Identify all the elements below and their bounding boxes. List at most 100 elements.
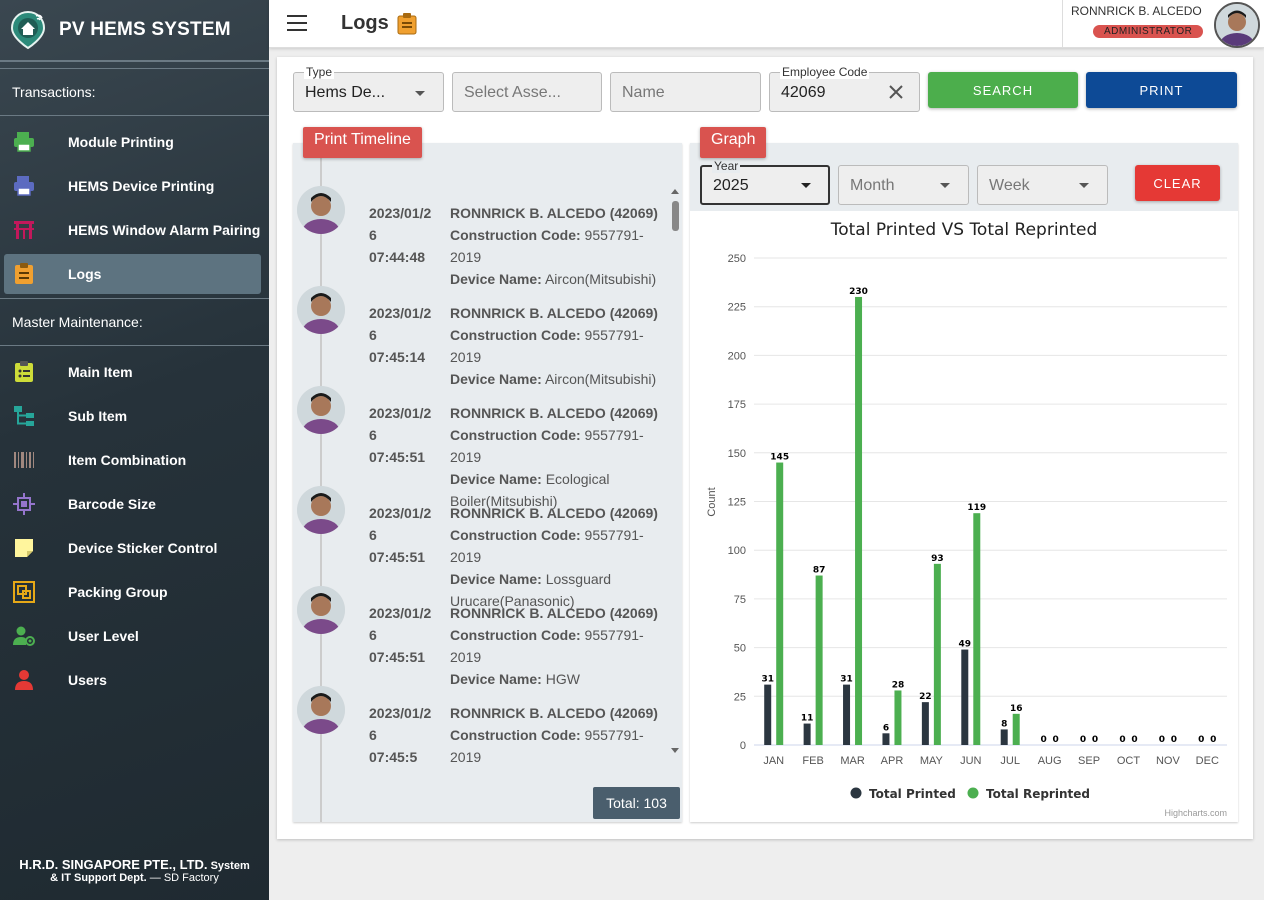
- scroll-up-icon[interactable]: [670, 187, 680, 195]
- bar-total-printed[interactable]: [764, 684, 772, 745]
- sidebar-item-barcode-size[interactable]: Barcode Size: [4, 484, 261, 524]
- year-label: Year: [712, 159, 741, 173]
- sidebar-item-label: Packing Group: [68, 584, 168, 600]
- print-button[interactable]: PRINT: [1086, 72, 1237, 108]
- user-profile[interactable]: RONNRICK B. ALCEDO ADMINISTRATOR: [1062, 0, 1264, 48]
- entry-construction-label: Construction Code:: [450, 627, 581, 643]
- maintenance-heading: Master Maintenance:: [0, 298, 269, 346]
- entry-date: 2023/01/26: [369, 605, 432, 643]
- transactions-nav: Module Printing HEMS Device Printing HEMS …: [0, 116, 269, 294]
- sidebar-item-label: Barcode Size: [68, 496, 156, 512]
- brand[interactable]: PV HEMS SYSTEM: [0, 0, 269, 62]
- entry-construction-label: Construction Code:: [450, 227, 581, 243]
- user-avatar[interactable]: [1214, 2, 1260, 48]
- data-label: 0: [1171, 735, 1177, 745]
- footer-company-suffix: System: [210, 859, 250, 872]
- name-input[interactable]: Name: [610, 72, 761, 112]
- month-select[interactable]: Month: [838, 165, 969, 205]
- printer-icon: [12, 130, 36, 154]
- entry-details: RONNRICK B. ALCEDO (42069) Construction C…: [450, 702, 670, 768]
- sidebar-item-hems-device-printing[interactable]: HEMS Device Printing: [4, 166, 261, 206]
- bar-total-reprinted[interactable]: [894, 690, 902, 745]
- bar-total-reprinted[interactable]: [776, 462, 784, 745]
- sidebar-item-label: Item Combination: [68, 452, 187, 468]
- x-tick-label: JUN: [960, 755, 981, 767]
- entry-time: 07:45:51: [369, 549, 426, 565]
- entry-device-label: Device Name:: [450, 371, 542, 387]
- resize-icon: [12, 492, 36, 516]
- bar-total-printed[interactable]: [1000, 729, 1008, 745]
- sidebar-item-device-sticker-control[interactable]: Device Sticker Control: [4, 528, 261, 568]
- menu-toggle-icon[interactable]: [287, 15, 307, 31]
- x-tick-label: NOV: [1156, 755, 1181, 767]
- avatar: [297, 486, 345, 534]
- y-tick-label: 225: [728, 302, 746, 314]
- bar-total-reprinted[interactable]: [973, 513, 981, 745]
- bar-total-printed[interactable]: [843, 684, 851, 745]
- scroll-down-icon[interactable]: [670, 747, 680, 755]
- entry-employee: RONNRICK B. ALCEDO (42069): [450, 605, 658, 621]
- data-label: 11: [801, 714, 814, 724]
- legend-item-total-reprinted[interactable]: Total Reprinted: [967, 787, 1090, 801]
- legend-marker: [967, 787, 979, 799]
- chart-credit[interactable]: Highcharts.com: [1164, 808, 1227, 818]
- close-icon[interactable]: [888, 84, 904, 100]
- sidebar-item-packing-group[interactable]: Packing Group: [4, 572, 261, 612]
- entry-time: 07:45:14: [369, 349, 426, 365]
- data-label: 0: [1040, 735, 1046, 745]
- employee-code-input[interactable]: Employee Code 42069: [769, 65, 920, 112]
- entry-device-name: Aircon(Mitsubishi): [544, 371, 657, 387]
- graph-tab: Graph: [700, 127, 767, 158]
- sidebar-item-user-level[interactable]: User Level: [4, 616, 261, 656]
- timeline-entry: 2023/01/26 07:45:5 RONNRICK B. ALCEDO (42…: [293, 686, 673, 786]
- sidebar-item-module-printing[interactable]: Module Printing: [4, 122, 261, 162]
- bar-total-printed[interactable]: [803, 723, 811, 745]
- sidebar-item-users[interactable]: Users: [4, 660, 261, 700]
- sidebar-item-sub-item[interactable]: Sub Item: [4, 396, 261, 436]
- sidebar-footer: H.R.D. SINGAPORE PTE., LTD. System & IT …: [0, 840, 269, 900]
- year-select[interactable]: Year 2025: [700, 159, 830, 205]
- entry-construction-label: Construction Code:: [450, 427, 581, 443]
- sidebar-item-item-combination[interactable]: Item Combination: [4, 440, 261, 480]
- scroll-thumb[interactable]: [672, 201, 679, 231]
- type-value: Hems De...: [305, 84, 386, 101]
- entry-details: RONNRICK B. ALCEDO (42069) Construction C…: [450, 602, 670, 690]
- search-button[interactable]: SEARCH: [928, 72, 1078, 108]
- entry-details: RONNRICK B. ALCEDO (42069) Construction C…: [450, 302, 670, 390]
- sticky-note-icon: [12, 536, 36, 560]
- sidebar-item-label: User Level: [68, 628, 139, 644]
- bar-total-reprinted[interactable]: [855, 296, 863, 745]
- week-select[interactable]: Week: [977, 165, 1108, 205]
- entry-employee: RONNRICK B. ALCEDO (42069): [450, 505, 658, 521]
- sidebar-item-main-item[interactable]: Main Item: [4, 352, 261, 392]
- bar-total-printed[interactable]: [921, 702, 929, 745]
- entry-date: 2023/01/26: [369, 205, 432, 243]
- x-tick-label: JAN: [763, 755, 784, 767]
- data-label: 0: [1210, 735, 1216, 745]
- bar-total-printed[interactable]: [961, 649, 969, 745]
- bar-total-reprinted[interactable]: [1012, 713, 1020, 745]
- entry-details: RONNRICK B. ALCEDO (42069) Construction C…: [450, 202, 670, 290]
- sidebar-item-label: HEMS Window Alarm Pairing: [68, 222, 261, 238]
- entry-date: 2023/01/26: [369, 305, 432, 343]
- asset-select[interactable]: Select Asse...: [452, 72, 602, 112]
- user-role-badge: ADMINISTRATOR: [1093, 25, 1204, 38]
- bar-total-printed[interactable]: [882, 733, 890, 745]
- clear-button[interactable]: CLEAR: [1135, 165, 1220, 201]
- bar-total-reprinted[interactable]: [815, 575, 823, 745]
- type-select[interactable]: Type Hems De...: [293, 65, 444, 112]
- entry-employee: RONNRICK B. ALCEDO (42069): [450, 705, 658, 721]
- x-tick-label: OCT: [1117, 755, 1141, 767]
- timeline-scrollbar[interactable]: [670, 187, 680, 757]
- sidebar-item-logs[interactable]: Logs: [4, 254, 261, 294]
- legend-item-total-printed[interactable]: Total Printed: [850, 787, 956, 801]
- avatar: [297, 586, 345, 634]
- bar-total-reprinted[interactable]: [933, 563, 941, 745]
- x-tick-label: SEP: [1078, 755, 1100, 767]
- y-tick-label: 200: [728, 350, 746, 362]
- sidebar-item-hems-window-alarm-pairing[interactable]: HEMS Window Alarm Pairing: [4, 210, 261, 250]
- page-title: Logs: [341, 12, 389, 34]
- chevron-down-icon: [415, 91, 425, 96]
- maintenance-nav: Main Item Sub Item Item Combination Barcode…: [0, 346, 269, 700]
- timeline-entry: 2023/01/26 07:45:51 RONNRICK B. ALCEDO (4…: [293, 386, 673, 509]
